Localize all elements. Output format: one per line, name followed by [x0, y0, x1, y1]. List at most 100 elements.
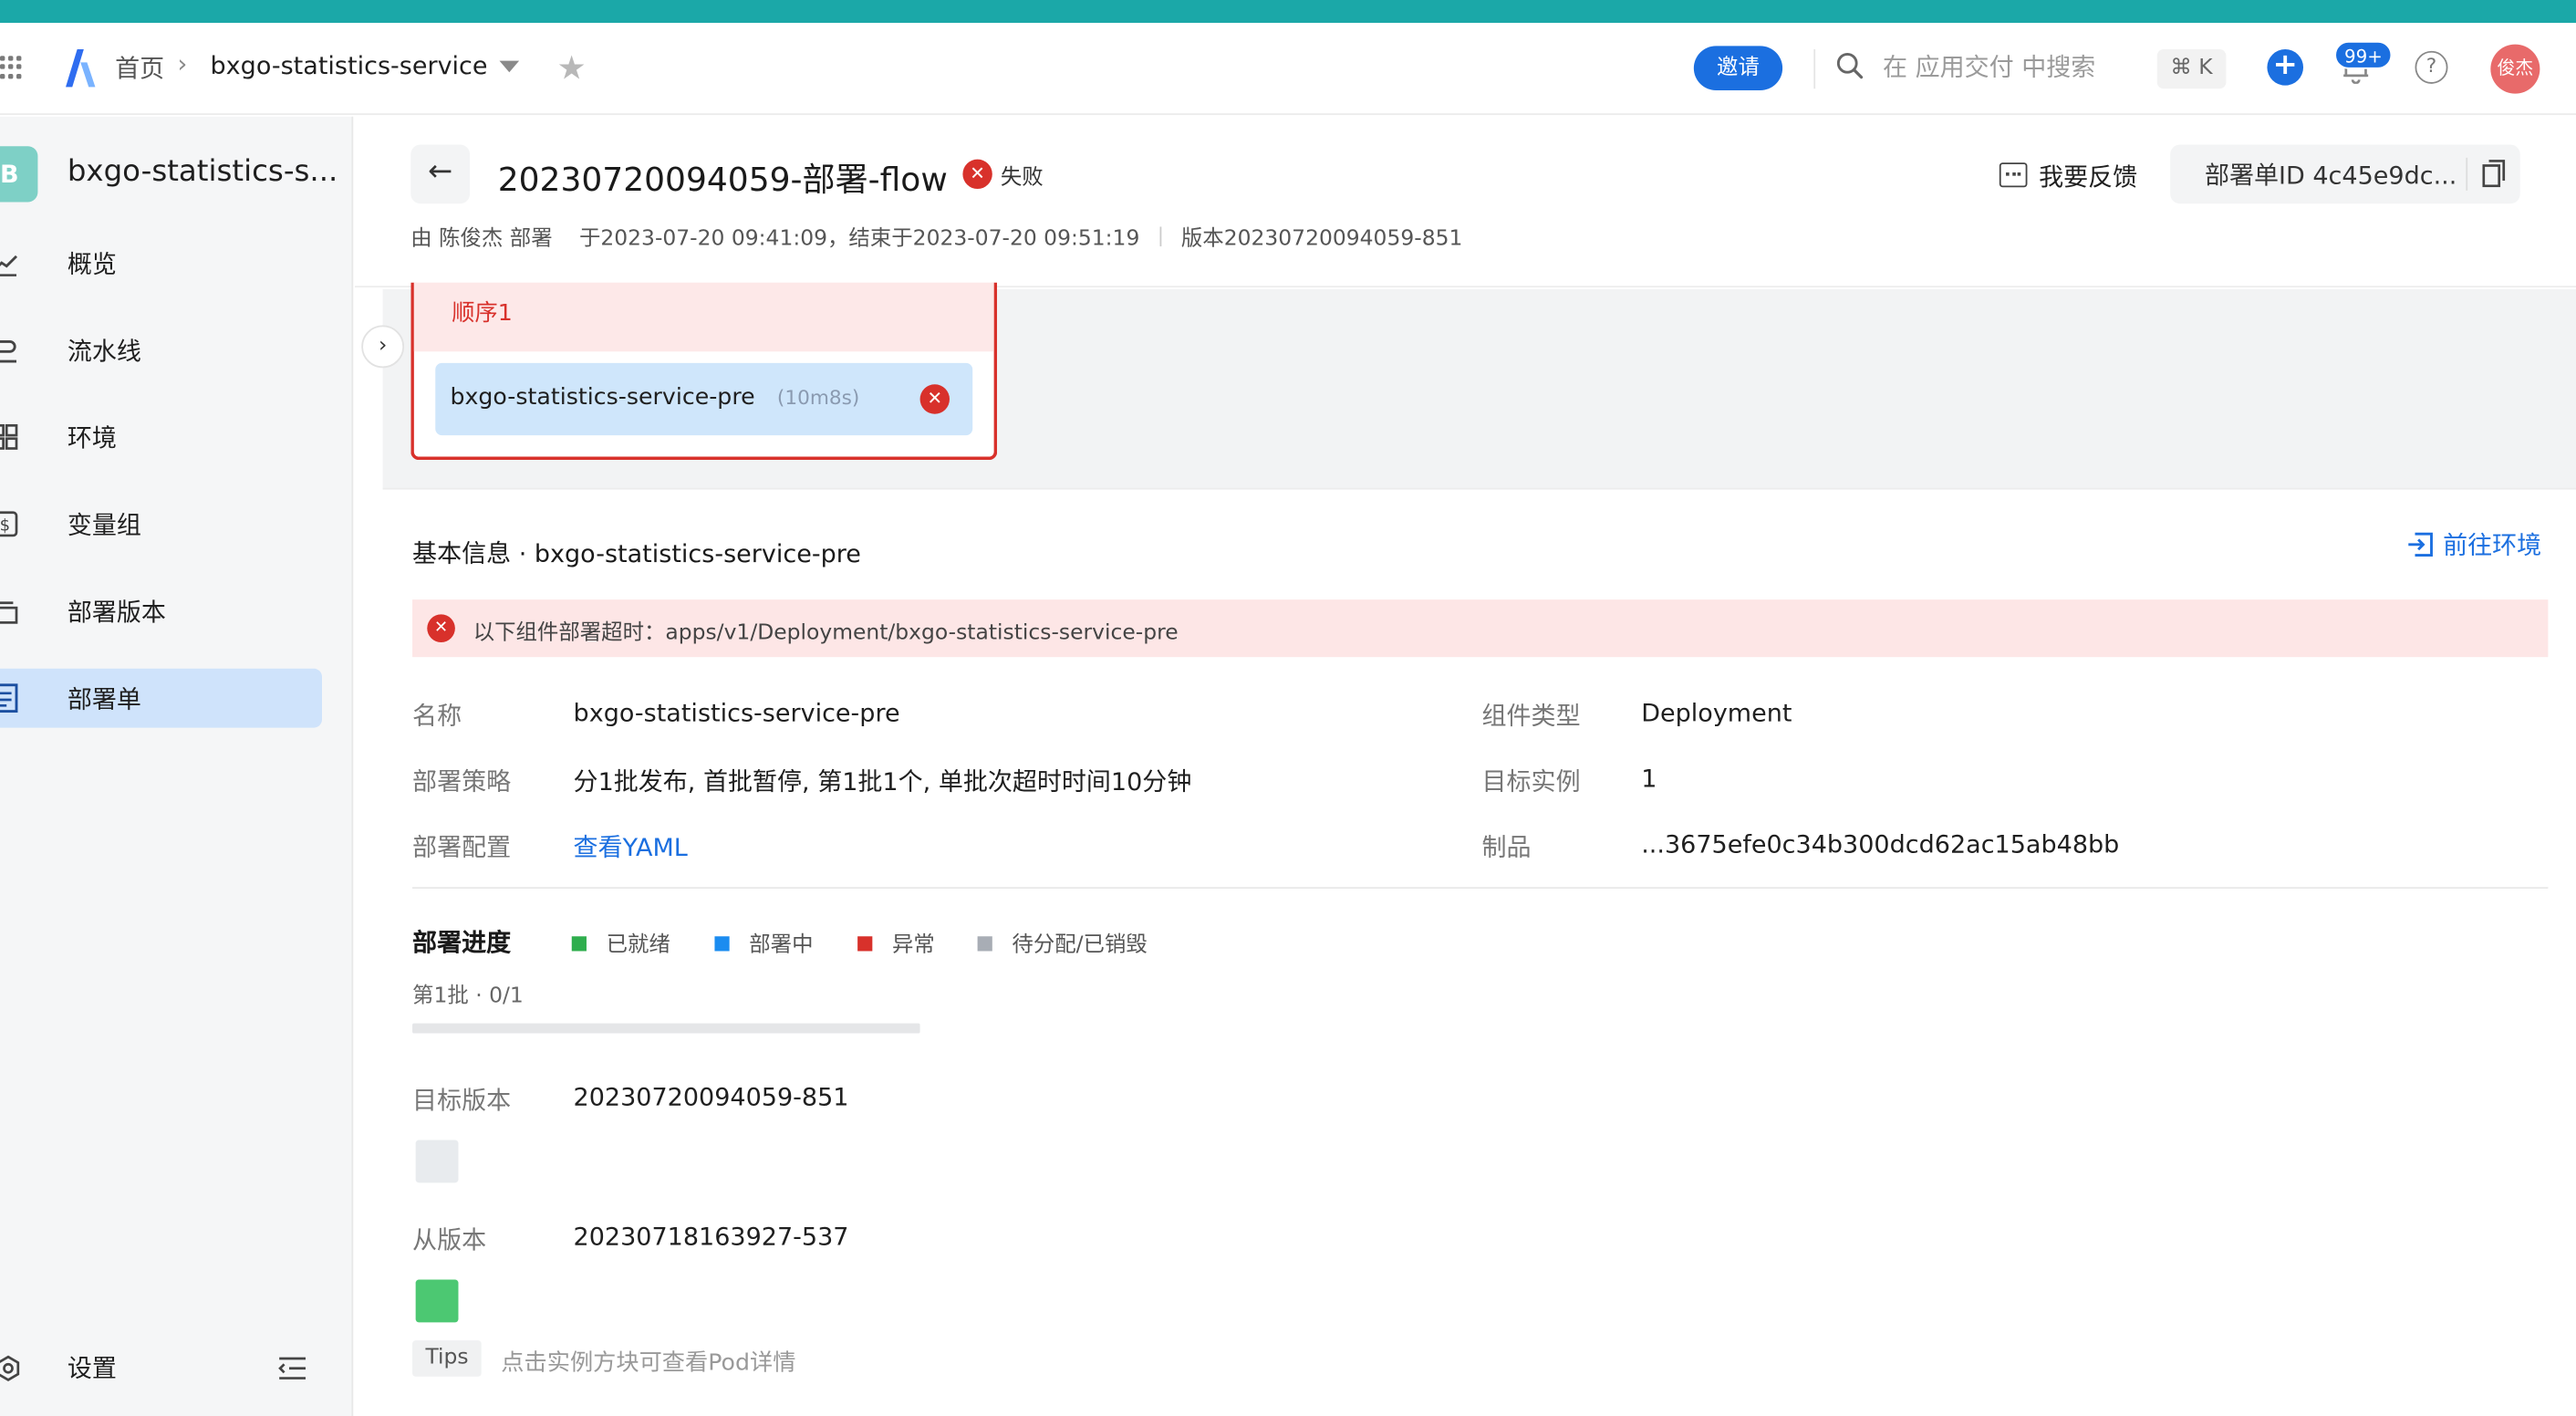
name-label: 名称: [412, 701, 462, 732]
sidebar-item-deploy-version[interactable]: 部署版本: [0, 581, 322, 640]
page-header: ← 20230720094059-部署-flow ✕ 失败 我要反馈 部署单ID…: [355, 116, 2576, 288]
stage-header: 顺序1: [413, 282, 994, 352]
sidebar-item-environment[interactable]: 环境: [0, 408, 322, 467]
sidebar-item-settings[interactable]: 设置: [0, 1346, 353, 1395]
stage-name: 顺序1: [452, 300, 513, 328]
strategy-value: 分1批发布, 首批暂停, 第1批1个, 单批次超时时间10分钟: [573, 766, 1192, 797]
top-strip: [0, 0, 2576, 24]
sidebar-item-label: 设置: [67, 1353, 117, 1383]
grid-icon[interactable]: [0, 56, 23, 78]
shortcut-hint: ⌘ K: [2156, 49, 2227, 89]
error-alert: ✕ 以下组件部署超时：apps/v1/Deployment/bxgo-stati…: [412, 599, 2549, 658]
chevron-right-icon: ›: [177, 49, 188, 79]
sidebar-item-pipeline[interactable]: 流水线: [0, 320, 322, 380]
feedback-button[interactable]: 我要反馈: [2039, 160, 2137, 194]
legend-label: 待分配/已销毁: [1012, 932, 1148, 958]
plus-icon[interactable]: +: [2267, 48, 2304, 86]
page-title: 20230720094059-部署-flow: [497, 159, 948, 199]
section-title: 基本信息 · bxgo-statistics-service-pre: [412, 538, 861, 568]
stack-icon: [0, 601, 18, 624]
legend-swatch: [857, 936, 873, 952]
chevron-down-icon[interactable]: [499, 60, 520, 73]
invite-button[interactable]: 邀请: [1693, 46, 1783, 91]
message-icon[interactable]: [1999, 162, 2028, 188]
batch-label: 第1批 · 0/1: [412, 984, 524, 1009]
from-version-label: 从版本: [412, 1225, 487, 1255]
document-icon: [0, 683, 18, 713]
tips-tag: Tips: [412, 1340, 483, 1377]
sidebar-item-label: 环境: [67, 423, 117, 453]
stage-job[interactable]: bxgo-statistics-service-pre (10m8s) ✕: [435, 362, 973, 436]
legend-swatch: [571, 936, 587, 952]
divider: [1813, 49, 1816, 89]
star-icon[interactable]: ★: [557, 47, 587, 87]
job-duration: (10m8s): [776, 386, 860, 410]
main-content: › 顺序1 bxgo-statistics-service-pre (10m8s…: [355, 282, 2576, 1416]
sidebar-item-label: 流水线: [67, 337, 141, 367]
status-badge: 失败: [1000, 165, 1044, 191]
deploy-meta: 由 陈俊杰 部署 于2023-07-20 09:41:09，结束于2023-07…: [410, 220, 1462, 251]
tips-text: 点击实例方块可查看Pod详情: [501, 1349, 796, 1377]
legend-error: 异常: [857, 926, 935, 958]
target-instances-value: 1: [1641, 764, 1657, 794]
chart-line-icon: [0, 255, 18, 276]
back-button[interactable]: ←: [410, 144, 471, 204]
top-header: 首页 › bxgo-statistics-service ★ 邀请 ⌘ K + …: [0, 23, 2576, 116]
dollar-icon: $: [0, 511, 18, 537]
sidebar-item-deploy-order[interactable]: 部署单: [0, 668, 322, 728]
sidebar-item-label: 概览: [67, 249, 117, 280]
goto-environment-link[interactable]: 前往环境: [2406, 527, 2541, 562]
breadcrumb-home[interactable]: 首页: [115, 51, 164, 86]
legend-swatch: [977, 936, 992, 952]
component-type-label: 组件类型: [1481, 701, 1581, 732]
logo-icon[interactable]: [59, 46, 99, 88]
search-input[interactable]: [1882, 46, 2146, 89]
meta-version: 版本20230720094059-851: [1180, 226, 1463, 252]
close-circle-icon: ✕: [962, 159, 992, 190]
breadcrumb-app[interactable]: bxgo-statistics-service: [211, 51, 488, 80]
deploy-id: 部署单ID 4c45e9dc...: [2204, 161, 2457, 191]
meta-user: 由 陈俊杰 部署: [410, 226, 553, 252]
legend-label: 异常: [891, 932, 935, 958]
from-instance-block[interactable]: [415, 1279, 459, 1323]
goto-environment-label: 前往环境: [2443, 530, 2542, 560]
view-yaml-link[interactable]: 查看YAML: [574, 829, 688, 864]
chevron-right-icon[interactable]: ›: [361, 325, 405, 369]
copy-icon[interactable]: [2482, 160, 2506, 188]
meta-time: 于2023-07-20 09:41:09，结束于2023-07-20 09:51…: [578, 226, 1140, 252]
legend-label: 部署中: [749, 932, 814, 958]
sidebar-item-label: 部署单: [67, 684, 141, 715]
close-circle-icon: ✕: [919, 384, 950, 414]
artifact-label: 制品: [1481, 832, 1532, 863]
target-instance-block[interactable]: [415, 1140, 459, 1183]
sidebar-item-label: 部署版本: [67, 598, 166, 628]
svg-text:$: $: [0, 516, 10, 536]
search-icon: [1836, 52, 1864, 79]
from-version-value: 20230718163927-537: [573, 1222, 849, 1252]
artifact-value: ...3675efe0c34b300dcd62ac15ab48bb: [1641, 829, 2120, 859]
app-name[interactable]: bxgo-statistics-s...: [68, 154, 338, 189]
sidebar-item-label: 变量组: [67, 510, 141, 541]
progress-bar: [412, 1023, 920, 1034]
target-instances-label: 目标实例: [1481, 766, 1581, 797]
stage-area: 顺序1 bxgo-statistics-service-pre (10m8s) …: [382, 282, 2576, 490]
help-icon[interactable]: ?: [2415, 50, 2448, 84]
job-name: bxgo-statistics-service-pre: [450, 384, 755, 411]
collapse-sidebar-icon[interactable]: [277, 1355, 306, 1381]
divider: [1159, 226, 1162, 247]
gear-icon: [0, 1355, 20, 1381]
name-value: bxgo-statistics-service-pre: [573, 698, 900, 728]
sidebar-item-overview[interactable]: 概览: [0, 234, 322, 293]
avatar[interactable]: 俊杰: [2490, 44, 2540, 94]
strategy-label: 部署策略: [412, 766, 512, 797]
config-label: 部署配置: [412, 832, 512, 863]
sidebar-item-variable-group[interactable]: $ 变量组: [0, 495, 322, 554]
legend-label: 已就绪: [606, 932, 670, 958]
close-circle-icon: ✕: [427, 614, 455, 642]
alert-text: 以下组件部署超时：apps/v1/Deployment/bxgo-statist…: [473, 620, 1179, 646]
legend-ready: 已就绪: [571, 926, 670, 958]
deploy-id-box: 部署单ID 4c45e9dc...: [2170, 144, 2520, 204]
divider: [2466, 157, 2468, 191]
progress-title: 部署进度: [412, 928, 512, 958]
component-type-value: Deployment: [1641, 698, 1792, 728]
